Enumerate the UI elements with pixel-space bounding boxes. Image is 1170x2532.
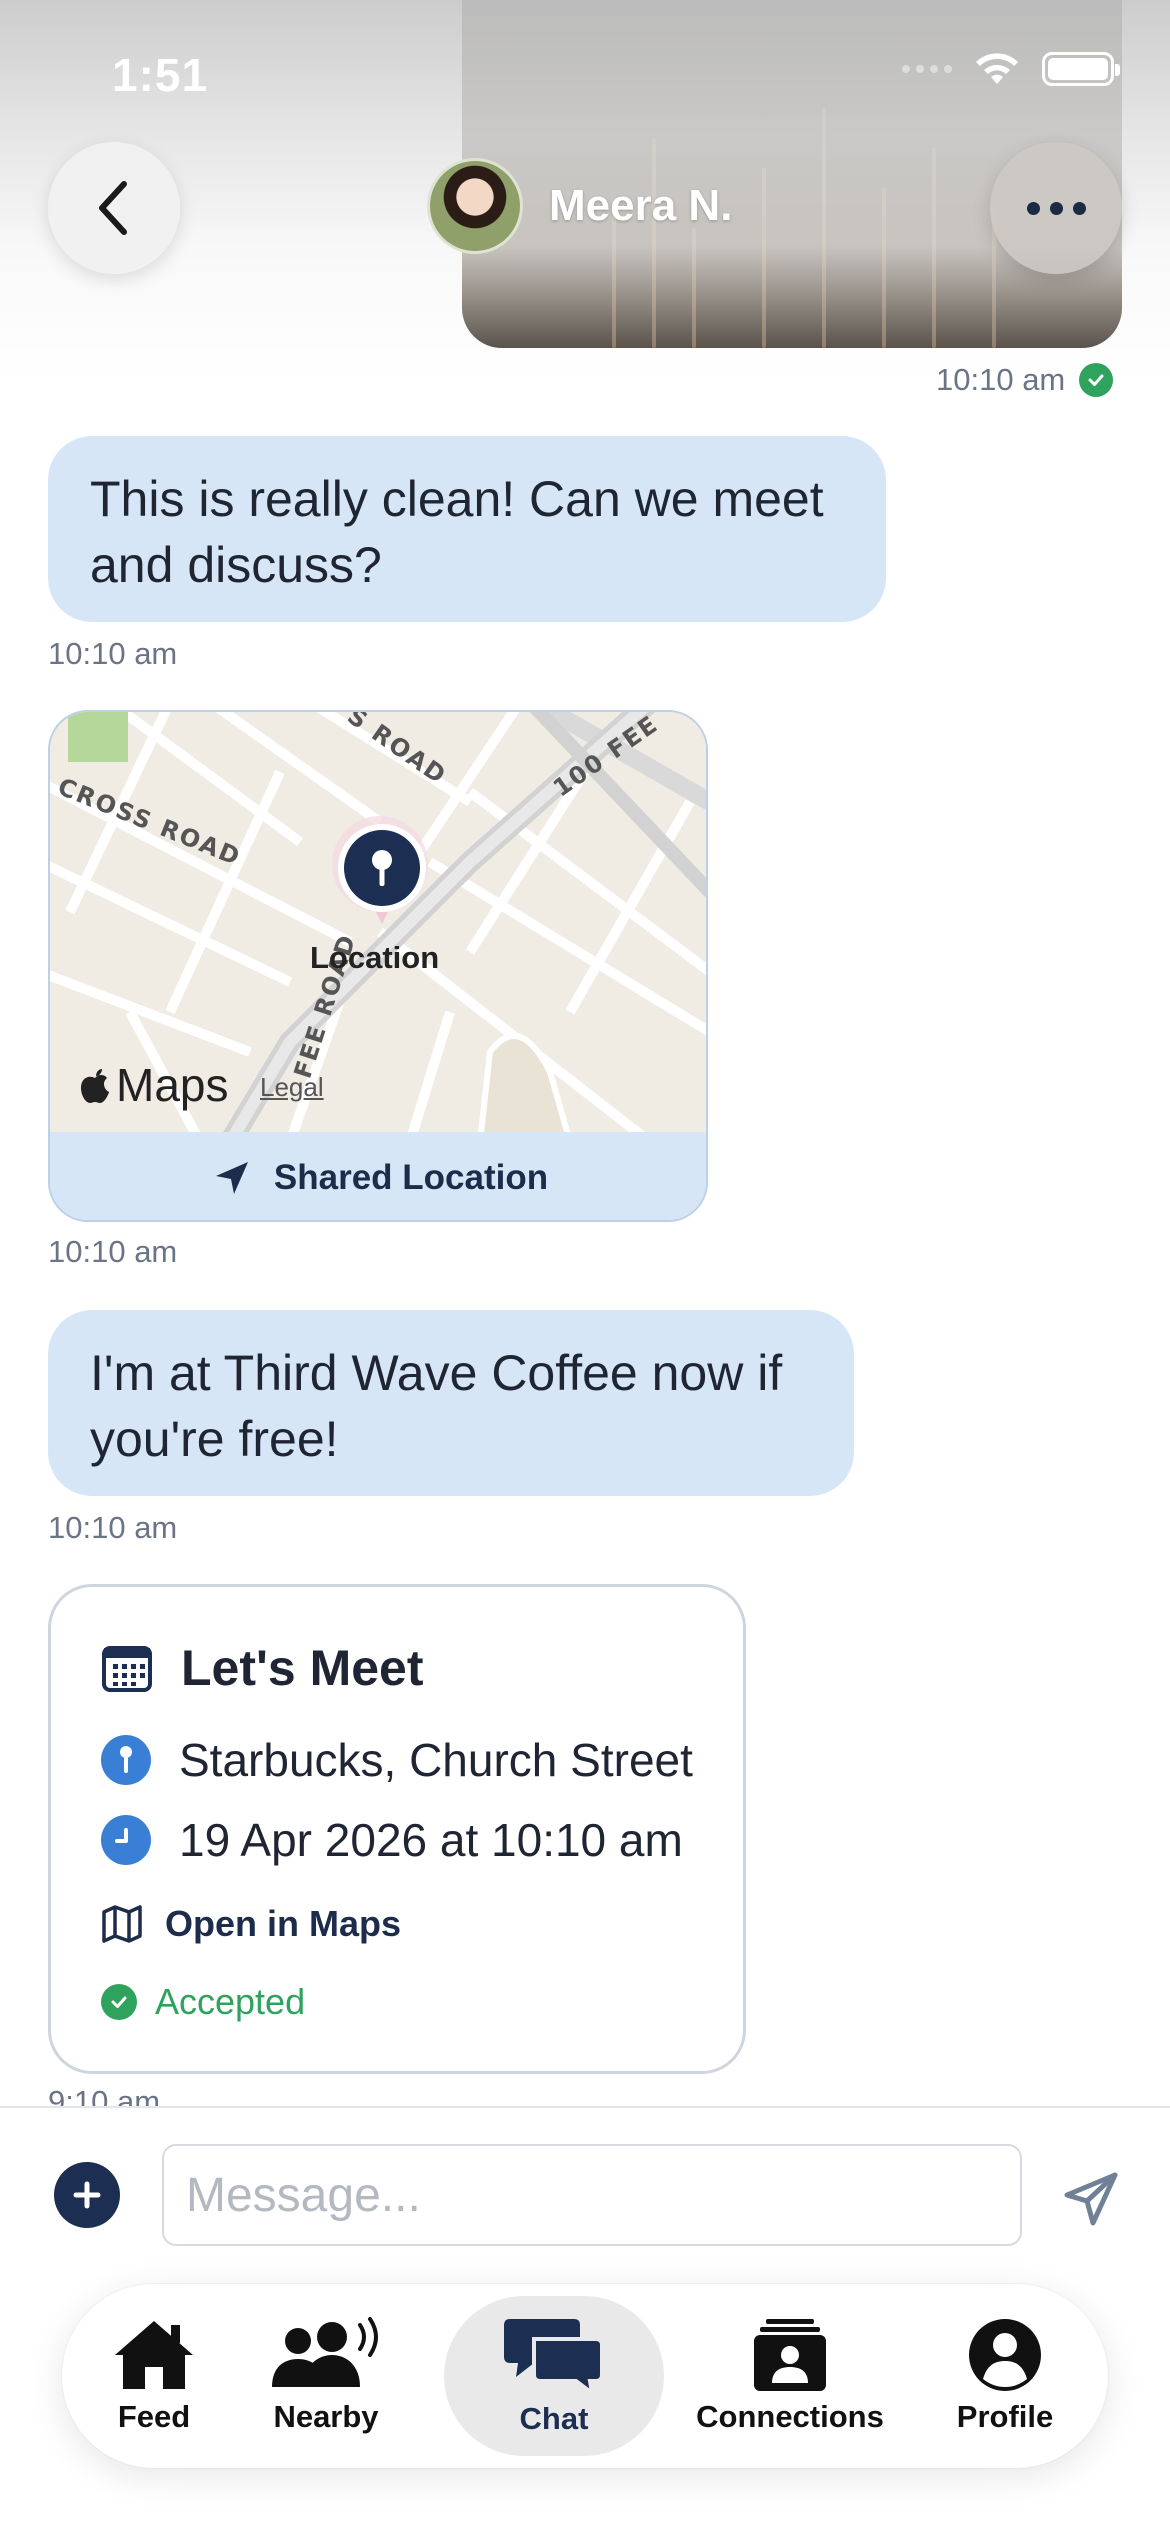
legal-link[interactable]: Legal — [260, 1072, 324, 1103]
status-icons — [902, 50, 1120, 88]
apple-logo-icon — [81, 1069, 109, 1103]
message-timestamp: 10:10 am — [48, 1510, 178, 1545]
shared-location-card[interactable]: CROSS ROAD S ROAD 100 FEE FEE ROAD Locat… — [48, 710, 708, 1222]
chat-bubbles-icon — [504, 2319, 604, 2395]
attach-button[interactable] — [54, 2162, 120, 2228]
avatar — [427, 158, 523, 254]
message-timestamp: 9:10 am — [48, 2084, 161, 2106]
calendar-icon — [102, 1646, 152, 1692]
message-input[interactable] — [162, 2144, 1022, 2246]
send-button[interactable] — [1056, 2164, 1126, 2234]
tab-label: Connections — [696, 2399, 884, 2434]
tab-connections[interactable]: Connections — [672, 2284, 908, 2468]
message-text: I'm at Third Wave Coffee now if you're f… — [90, 1345, 783, 1467]
tab-label: Profile — [956, 2399, 1054, 2434]
message-timestamp: 10:10 am — [48, 636, 178, 671]
location-arrow-icon — [215, 1162, 248, 1194]
cellular-signal-icon — [902, 65, 952, 73]
shared-location-label: Shared Location — [273, 1158, 549, 1197]
open-in-maps-link[interactable]: Open in Maps — [101, 1903, 401, 1945]
pin-label: Location — [310, 940, 440, 975]
ellipsis-icon — [1026, 201, 1040, 215]
wifi-icon — [976, 53, 1018, 84]
person-circle-icon — [969, 2319, 1041, 2391]
check-circle-icon — [101, 1984, 137, 2020]
received-message-bubble[interactable]: This is really clean! Can we meet and di… — [48, 436, 886, 622]
tab-label: Feed — [117, 2399, 191, 2434]
read-check-icon — [1079, 363, 1114, 397]
message-timestamp: 10:10 am — [48, 1234, 178, 1269]
battery-icon — [1042, 52, 1120, 86]
accepted-status-label: Accepted — [155, 1981, 306, 2022]
status-time: 1:51 — [112, 49, 209, 101]
meeting-place-row: Starbucks, Church Street — [101, 1733, 693, 1787]
tab-profile[interactable]: Profile — [920, 2284, 1090, 2468]
sent-timestamp: 10:10 am — [936, 362, 1114, 398]
contact-cards-icon — [754, 2319, 826, 2391]
meeting-place: Starbucks, Church Street — [179, 1734, 693, 1786]
back-button[interactable] — [48, 142, 180, 274]
meeting-title-row: Let's Meet — [101, 1639, 424, 1697]
tab-bar: Feed Nearby Chat Connections Profile — [62, 2284, 1108, 2468]
tab-label: Nearby — [273, 2399, 379, 2434]
open-in-maps-label: Open in Maps — [165, 1903, 402, 1944]
contact-name: Meera N. — [549, 181, 733, 230]
timestamp-text: 10:10 am — [936, 362, 1066, 397]
tab-nearby[interactable]: Nearby — [238, 2284, 414, 2468]
maps-brand-text: Maps — [116, 1059, 229, 1111]
map-preview[interactable]: CROSS ROAD S ROAD 100 FEE FEE ROAD Locat… — [50, 712, 706, 1148]
location-pin-icon — [101, 1735, 151, 1785]
tab-label: Chat — [519, 2401, 589, 2436]
plus-icon — [73, 2181, 101, 2209]
meeting-datetime-row: 19 Apr 2026 at 10:10 am — [101, 1813, 683, 1867]
shared-location-footer[interactable]: Shared Location — [50, 1132, 706, 1220]
meeting-card[interactable]: Let's Meet Starbucks, Church Street 19 A… — [48, 1584, 746, 2074]
tab-feed[interactable]: Feed — [82, 2284, 226, 2468]
chevron-left-icon — [99, 181, 127, 235]
people-broadcast-icon — [272, 2317, 378, 2387]
paper-plane-icon — [1064, 2172, 1118, 2226]
clock-icon — [101, 1815, 151, 1865]
apple-maps-logo: Maps — [78, 1058, 228, 1112]
meeting-datetime: 19 Apr 2026 at 10:10 am — [179, 1814, 683, 1866]
meeting-status: Accepted — [101, 1981, 305, 2023]
contact-header[interactable]: Meera N. — [427, 158, 732, 254]
message-text: This is really clean! Can we meet and di… — [90, 471, 824, 593]
map-icon — [102, 1905, 142, 1943]
home-icon — [115, 2321, 193, 2389]
map-pin-icon — [338, 824, 426, 924]
more-options-button[interactable] — [990, 142, 1122, 274]
meeting-title: Let's Meet — [181, 1640, 424, 1696]
received-message-bubble[interactable]: I'm at Third Wave Coffee now if you're f… — [48, 1310, 854, 1496]
tab-chat[interactable]: Chat — [444, 2296, 664, 2456]
